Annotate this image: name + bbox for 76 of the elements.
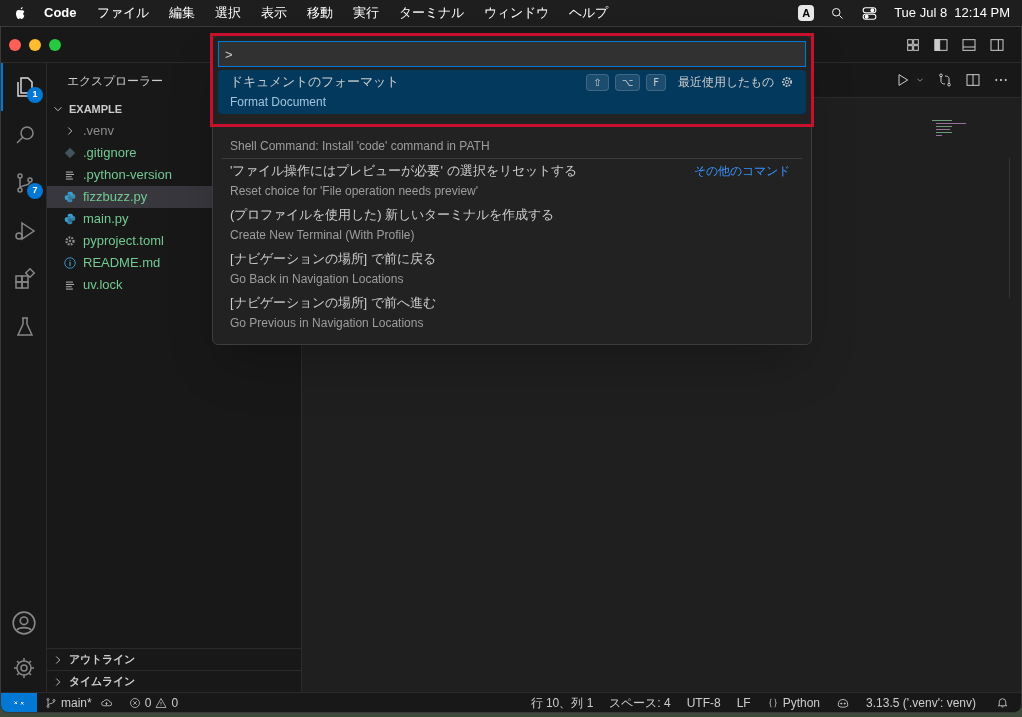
zoom-window-button[interactable] <box>49 38 61 51</box>
encoding-status[interactable]: UTF-8 <box>686 693 721 712</box>
settings-icon[interactable] <box>780 75 794 89</box>
command-label: 'ファイル操作にはプレビューが必要' の選択をリセットする <box>230 162 577 181</box>
command-item[interactable]: ドキュメントのフォーマット ⇧ ⌥ F 最近使用したもの Format Document <box>218 70 806 114</box>
split-editor-icon[interactable] <box>965 72 981 88</box>
toggle-sidebar-icon[interactable] <box>933 36 949 53</box>
recently-used-label: 最近使用したもの <box>678 74 774 91</box>
command-label: (プロファイルを使用した) 新しいターミナルを作成する <box>230 206 555 225</box>
git-branch-icon <box>45 696 57 709</box>
settings-icon[interactable] <box>11 656 36 680</box>
sidebar-title: エクスプローラー <box>67 72 163 90</box>
keybinding-key: F <box>646 73 666 91</box>
language-mode[interactable]: Python <box>766 693 821 712</box>
menu-item[interactable]: ファイル <box>96 3 149 23</box>
control-center-icon[interactable] <box>861 4 879 22</box>
error-icon <box>128 696 141 709</box>
badge: 7 <box>27 183 43 199</box>
diamond-icon <box>63 146 77 160</box>
panel-section-header[interactable]: タイムライン <box>47 670 301 692</box>
close-window-button[interactable] <box>9 38 21 51</box>
lines-icon <box>63 278 77 292</box>
command-item[interactable]: [ナビゲーションの場所] で前へ進む Go Previous in Navigation Locations <box>218 291 806 335</box>
menu-item[interactable]: 移動 <box>306 3 333 23</box>
error-count: 0 <box>144 694 152 712</box>
run-debug-icon <box>12 219 37 243</box>
command-label: [ナビゲーションの場所] で前へ進む <box>230 294 436 313</box>
lines-icon <box>63 168 77 182</box>
minimap[interactable] <box>932 120 966 138</box>
extensions-icon <box>12 267 37 291</box>
account-icon[interactable] <box>10 610 37 636</box>
minimize-window-button[interactable] <box>29 38 41 51</box>
warning-icon <box>155 696 168 709</box>
python-icon <box>63 190 77 204</box>
toggle-secondary-sidebar-icon[interactable] <box>989 36 1005 53</box>
command-description: Go Back in Navigation Locations <box>230 271 405 288</box>
command-description: Go Previous in Navigation Locations <box>230 315 425 332</box>
app-menu[interactable]: Code <box>44 3 77 23</box>
menu-item[interactable]: ウィンドウ <box>483 3 549 23</box>
command-label: [ナビゲーションの場所] で前に戻る <box>230 250 436 269</box>
customize-layout-icon[interactable] <box>905 36 921 53</box>
activity-bar-item[interactable]: 1 <box>1 63 46 111</box>
toggle-panel-icon[interactable] <box>961 36 977 53</box>
command-description: Format Document <box>230 94 328 111</box>
command-input-field[interactable]: > <box>218 41 806 67</box>
input-source-indicator[interactable]: A <box>798 4 815 22</box>
menu-item[interactable]: 選択 <box>214 3 241 23</box>
menu-item[interactable]: 表示 <box>260 3 287 23</box>
other-commands-link[interactable]: その他のコマンド <box>694 162 790 180</box>
menu-item[interactable]: 編集 <box>168 3 195 23</box>
badge: 1 <box>27 87 43 103</box>
command-item[interactable]: [ナビゲーションの場所] で前に戻る Go Back in Navigation Locations <box>218 247 806 291</box>
python-interpreter[interactable]: 3.13.5 ('.venv': venv) <box>866 693 976 712</box>
activity-bar-item[interactable]: 7 <box>1 159 46 207</box>
panel-section-header[interactable]: アウトライン <box>47 648 301 670</box>
notifications-icon[interactable] <box>996 696 1009 709</box>
menu-item[interactable]: ターミナル <box>398 3 464 23</box>
gear-icon <box>63 234 77 248</box>
cloud-upload-icon[interactable] <box>99 696 113 709</box>
compare-changes-icon[interactable] <box>937 72 953 88</box>
command-label: ドキュメントのフォーマット <box>230 73 399 92</box>
keybinding-key: ⇧ <box>586 73 609 91</box>
keybinding-key: ⌥ <box>614 73 641 91</box>
menu-item[interactable]: 実行 <box>352 3 379 23</box>
problems-status[interactable]: 0 0 <box>128 693 179 712</box>
warning-count: 0 <box>171 694 179 712</box>
indentation-status[interactable]: スペース: 4 <box>609 693 671 712</box>
python-icon <box>63 212 77 226</box>
run-icon[interactable] <box>895 72 911 88</box>
branch-status[interactable]: main* <box>45 693 92 712</box>
line-ending-status[interactable]: LF <box>736 693 751 712</box>
info-icon <box>63 256 77 270</box>
menu-item[interactable]: ヘルプ <box>568 3 608 23</box>
command-description: Create New Terminal (With Profile) <box>230 227 416 244</box>
menu-bar-clock: Tue Jul 8 12:14 PM <box>894 4 1010 23</box>
cursor-position[interactable]: 行 10、列 1 <box>530 693 594 712</box>
